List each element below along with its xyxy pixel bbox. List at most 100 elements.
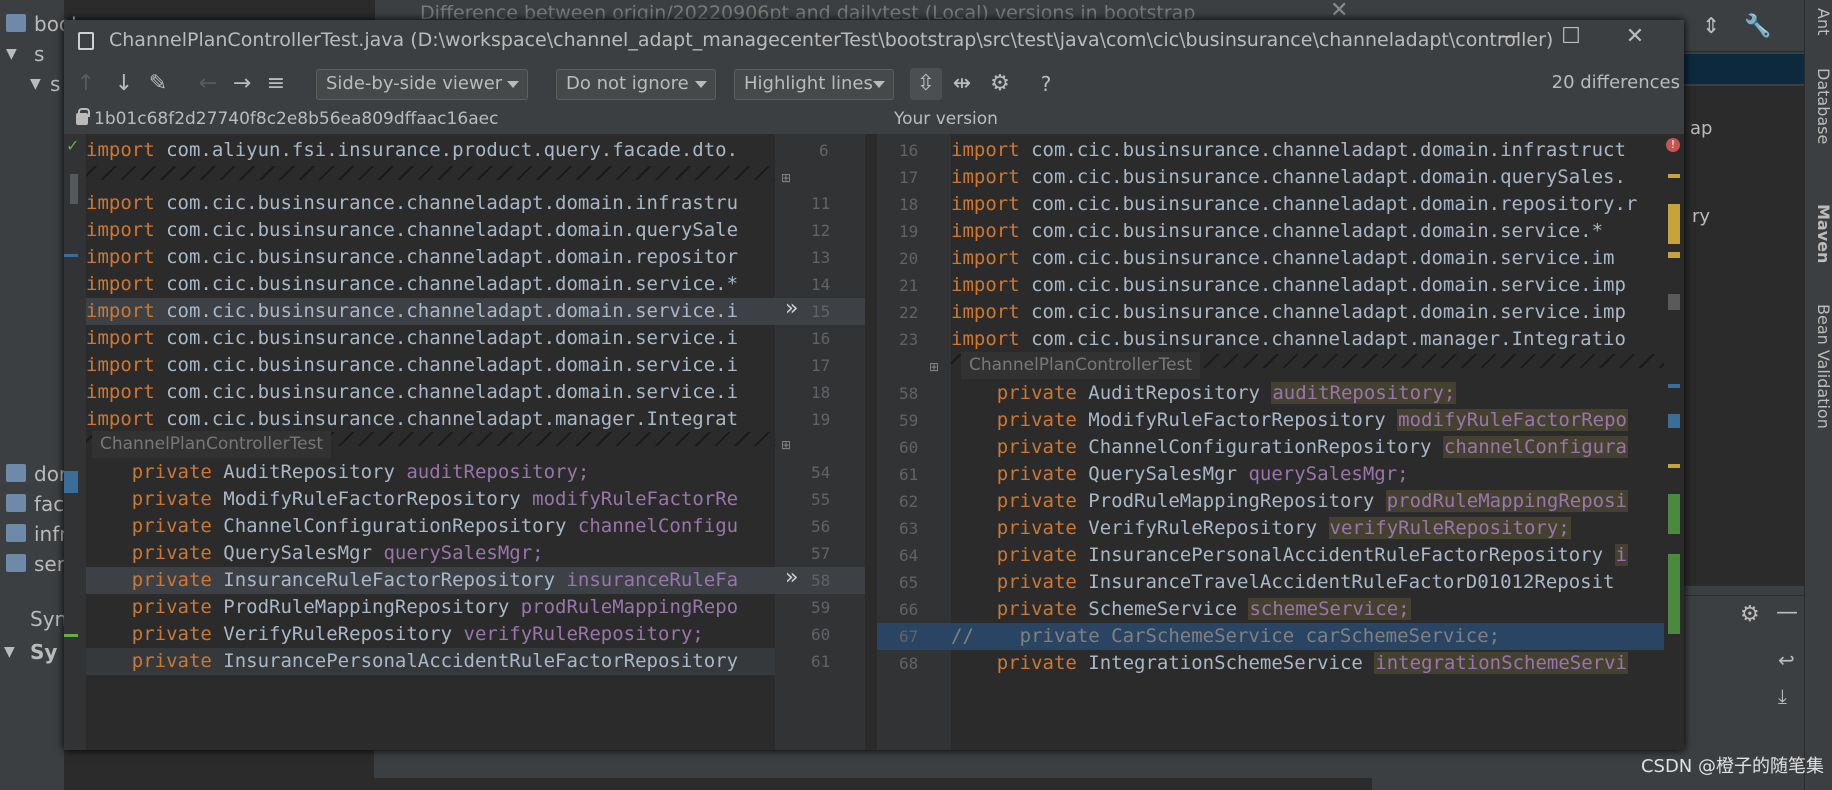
minimize-button[interactable]: — [1484,24,1534,49]
lock-icon [76,108,90,125]
tab-ant[interactable]: Ant [1805,4,1832,35]
left-code: import com.aliyun.fsi.insurance.product.… [86,134,775,750]
error-icon[interactable]: ! [1666,138,1680,152]
next-diff-icon[interactable]: ↓ [110,70,138,98]
change-marker [64,471,78,493]
close-button[interactable]: ✕ [1610,24,1660,49]
section-label[interactable]: ChannelPlanControllerTest [92,431,332,458]
code-line: private AuditRepository auditRepository; [131,461,590,483]
fold-marker [70,174,78,204]
section-label[interactable]: ChannelPlanControllerTest [961,352,1201,379]
gear-icon[interactable]: ⚙ [986,70,1014,98]
folder-icon [6,14,26,32]
code-line: private ChannelConfigurationRepository c… [996,436,1628,458]
collapse-unchanged-icon: ⇳ [916,71,936,96]
tree-item[interactable]: serv [0,550,77,580]
sync-scroll-icon[interactable]: ⇹ [948,70,976,98]
change-marker[interactable] [1668,414,1680,428]
code-line: private InsurancePersonalAccidentRuleFac… [996,544,1628,566]
maximize-button[interactable]: ☐ [1546,24,1596,49]
right-editor[interactable]: import com.cic.businsurance.channeladapt… [951,134,1684,750]
status-bar [374,748,1374,778]
right-line-numbers: 16 17 18 19 20 21 22 23 ⊞ 58 59 60 61 62… [865,134,951,750]
code-line: import com.cic.businsurance.channeladapt… [951,193,1638,215]
expand-icon[interactable]: ⊞ [781,438,791,452]
back-icon[interactable]: ← [194,70,222,98]
warning-marker[interactable] [1668,252,1680,258]
code-line: import com.cic.businsurance.channeladapt… [951,247,1615,269]
highlight-mode-select[interactable]: Highlight lines [734,69,894,100]
change-marker[interactable] [1668,384,1680,388]
code-line: private SchemeService schemeService; [996,598,1411,620]
right-tool-strip: Ant Database Maven Bean Validation [1804,0,1832,790]
warning-marker[interactable] [1668,174,1680,178]
code-line: private ProdRuleMappingRepository prodRu… [996,490,1628,512]
code-line: import com.cic.businsurance.channeladapt… [86,273,739,295]
chevron-down-icon [507,81,519,88]
left-editor[interactable]: ✓ import com.aliyun.fsi.insurance.produc… [64,134,775,750]
tab-maven[interactable]: Maven [1805,200,1832,263]
background-diff-dialog-title: Difference between origin/20220906pt and… [375,0,1375,24]
change-marker[interactable] [1668,554,1680,634]
wrench-icon[interactable]: 🔧 [1744,14,1771,39]
change-marker[interactable] [1668,494,1680,534]
forward-icon[interactable]: → [228,70,256,98]
warning-marker[interactable] [1668,464,1680,468]
chevron-down-icon [873,81,885,88]
change-marker[interactable] [1668,294,1680,310]
code-line: import com.cic.businsurance.channeladapt… [86,381,739,403]
error-stripe[interactable]: ! [1664,134,1684,750]
project-tool-window: boot ▼ s ▼ s dor faca infr serv Syn ▼ Sy [0,0,79,790]
code-line: private QuerySalesMgr querySalesMgr; [996,463,1409,485]
tree-item[interactable]: boot [0,10,79,40]
warning-marker[interactable] [1668,204,1680,244]
viewer-mode-select[interactable]: Side-by-side viewer [316,69,528,100]
expand-icon[interactable]: ⊞ [929,360,939,374]
expand-icon[interactable]: ⊞ [781,171,791,185]
tree-item[interactable]: infr [0,520,68,550]
ignore-mode-select[interactable]: Do not ignore [556,69,716,100]
code-line: import com.cic.businsurance.channeladapt… [86,246,739,268]
tab-bean-validation[interactable]: Bean Validation [1805,300,1832,429]
code-line: import com.cic.businsurance.channeladapt… [86,354,739,376]
tree-item[interactable]: ▼ s [0,40,64,70]
code-line: private IntegrationSchemeService integra… [996,652,1628,674]
wrap-icon[interactable]: ↩ [1778,648,1795,672]
code-line: private ProdRuleMappingRepository prodRu… [131,596,739,618]
code-line: private ChannelConfigurationRepository c… [131,515,739,537]
scroll-end-icon[interactable]: ⤓ [1778,684,1787,708]
left-change-gutter: ✓ [64,134,86,750]
diff-icon [78,32,94,50]
list-icon[interactable]: ≡ [262,70,290,98]
title-bar[interactable]: ChannelPlanControllerTest.java (D:\works… [64,20,1684,62]
code-line: private AuditRepository auditRepository; [996,382,1457,404]
code-line: import com.cic.businsurance.channeladapt… [951,328,1626,350]
tab-database[interactable]: Database [1805,64,1832,144]
code-line: private InsuranceTravelAccidentRuleFacto… [996,571,1615,593]
prev-diff-icon[interactable]: ↑ [72,70,100,98]
gear-icon[interactable]: ⚙ [1740,602,1760,627]
check-icon: ✓ [66,136,80,155]
sync-item[interactable]: ▼ Sy [0,638,64,668]
diff-divider: 6 ⊞ 11 12 13 14 » 15 16 17 18 19 ⊞ 54 55… [775,134,865,750]
apply-change-icon[interactable]: » [785,565,798,590]
code-line: private ModifyRuleFactorRepository modif… [131,488,739,510]
apply-change-icon[interactable]: » [785,296,798,321]
tree-item[interactable]: dor [0,460,67,490]
collapse-icon[interactable]: ⇕ [1702,14,1720,39]
chevron-down-icon: ▼ [30,76,41,92]
tree-item[interactable]: faca [0,490,77,520]
help-button[interactable]: ? [1032,70,1060,98]
changed-line: import com.cic.businsurance.channeladapt… [86,298,775,325]
tree-item[interactable]: ▼ s [0,70,64,100]
editor-peek: ap ry [1684,86,1804,586]
change-marker [64,254,78,257]
selected-row [1684,54,1804,84]
inserted-line: // private CarSchemeService carSchemeSer… [951,623,1684,650]
code-line: import com.cic.businsurance.channeladapt… [951,166,1626,188]
sync-tab[interactable]: Syn [0,605,67,635]
left-revision: 1b01c68f2d27740f8c2e8b56ea809dffaac16aec [94,109,499,129]
minimize-icon[interactable]: — [1776,600,1798,625]
edit-icon[interactable]: ✎ [144,70,172,98]
diff-window: ChannelPlanControllerTest.java (D:\works… [64,20,1684,750]
